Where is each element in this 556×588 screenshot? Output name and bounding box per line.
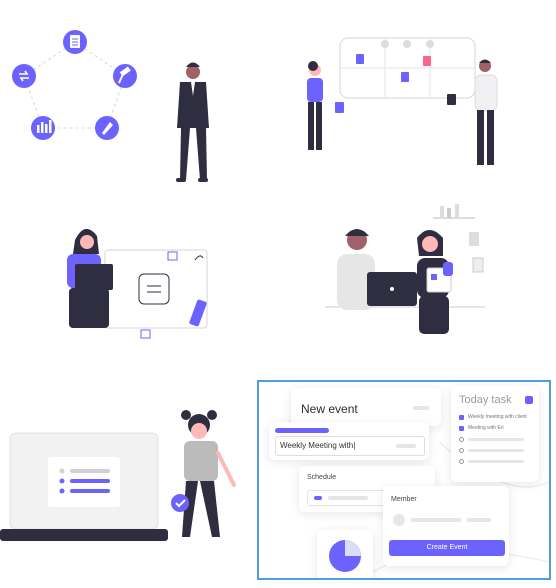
schedule-accent [314,496,322,500]
sync-icon [12,64,36,88]
task-placeholder-bar [468,460,524,463]
illustration-presentation [55,220,215,340]
laptop [367,272,417,306]
event-name-input[interactable]: Weekly Meeting with| [275,436,425,456]
man-in-suit-figure [176,62,209,182]
task-item[interactable] [459,447,537,458]
today-task-card: Today task Weekly meeting with client Me… [451,386,539,482]
input-hint-bar [396,444,416,448]
task-checkbox[interactable] [459,415,464,420]
man-figure [447,59,498,165]
hammer-icon [113,64,137,88]
task-item[interactable] [459,458,537,469]
task-label: Weekly meeting with client [468,414,527,420]
input-accent-bar [275,428,329,433]
document-icon [63,30,87,54]
rocket-icon [95,116,119,140]
create-event-button[interactable]: Create Event [389,540,505,556]
new-event-close[interactable] [413,406,429,410]
task-label: Meeting with Eri [468,425,504,431]
schedule-label: Schedule [307,474,337,481]
task-checkbox[interactable] [459,426,464,431]
task-checkbox[interactable] [459,459,464,464]
girl-figure [181,410,236,537]
task-placeholder-bar [468,438,524,441]
event-ui-panel: New event Weekly Meeting with| Schedule … [257,380,551,580]
bar-chart-icon [31,116,55,140]
member-role-bar [467,518,491,522]
task-placeholder-bar [468,449,524,452]
member-label: Member [391,496,417,503]
create-event-label: Create Event [426,544,468,551]
new-event-title: New event [301,402,358,416]
schedule-bar [328,496,368,500]
member-name-bar [411,518,461,522]
illustration-icon-cycle [10,20,260,190]
woman-with-laptop-figure [67,228,113,328]
pie-chart-card [317,530,373,578]
woman-figure [307,61,344,150]
member-card: Member Create Event [383,486,509,566]
member-avatar [393,514,405,526]
pie-chart-icon [329,540,361,572]
illustration-checklist-laptop [0,405,250,545]
check-circle-icon [171,494,189,512]
new-event-card: New event [291,388,441,426]
today-task-badge[interactable] [525,396,533,404]
woman-figure-right [417,230,453,334]
illustration-calendar-board [295,30,510,175]
today-task-title: Today task [459,394,512,406]
task-item[interactable]: Meeting with Eri [459,425,537,436]
illustration-collaboration [325,200,495,340]
task-checkbox[interactable] [459,448,464,453]
event-name-value: Weekly Meeting with| [280,441,356,450]
member-row[interactable] [391,512,503,528]
task-item[interactable]: Weekly meeting with client [459,414,537,425]
event-name-card: Weekly Meeting with| [269,422,429,460]
task-list: Weekly meeting with client Meeting with … [459,414,537,469]
task-checkbox[interactable] [459,437,464,442]
task-item[interactable] [459,436,537,447]
